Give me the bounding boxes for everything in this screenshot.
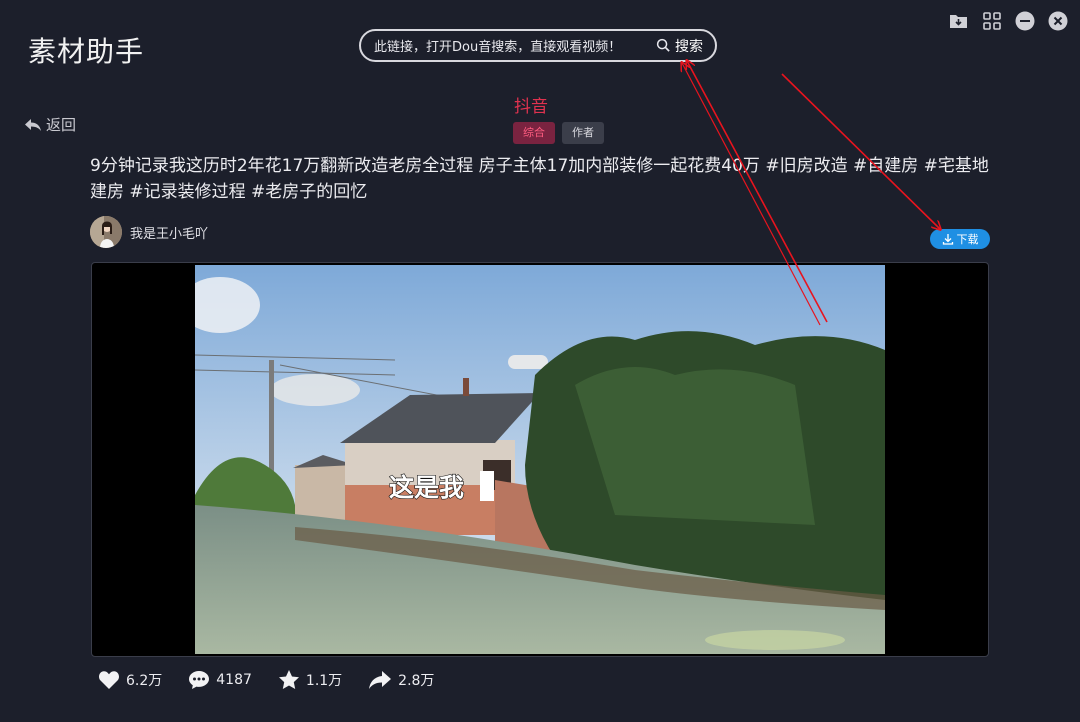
video-description: 9分钟记录我这历时2年花17万翻新改造老房全过程 房子主体17加内部装修一起花费… — [90, 156, 989, 202]
download-label: 下载 — [956, 233, 979, 246]
favorite-stat[interactable]: 1.1万 — [278, 669, 342, 690]
download-button[interactable]: 下载 — [930, 229, 990, 249]
platform-title: 抖音 — [514, 97, 548, 117]
share-stat[interactable]: 2.8万 — [368, 670, 434, 690]
favorite-count: 1.1万 — [305, 672, 343, 689]
back-arrow-icon — [25, 118, 41, 131]
video-subtitle: 这是我 — [389, 473, 464, 502]
video-stats: 6.2万 4187 1.1万 2.8万 — [98, 669, 460, 690]
tab-author[interactable]: 作者 — [562, 122, 604, 144]
download-folder-icon[interactable] — [948, 10, 969, 31]
video-player[interactable]: 这是我 — [91, 262, 989, 657]
comment-icon — [189, 670, 210, 689]
video-frame: 这是我 — [195, 265, 885, 654]
like-stat[interactable]: 6.2万 — [98, 670, 162, 690]
comment-stat[interactable]: 4187 — [188, 670, 252, 690]
comment-count: 4187 — [216, 671, 252, 688]
search-button[interactable]: 搜索 — [656, 36, 715, 56]
share-icon — [369, 670, 392, 689]
close-icon[interactable] — [1047, 10, 1068, 31]
search-icon — [656, 38, 670, 52]
tab-comprehensive[interactable]: 综合 — [513, 122, 555, 144]
search-tabs: 综合 作者 — [513, 122, 604, 144]
back-label: 返回 — [46, 116, 77, 134]
author-name[interactable]: 我是王小毛吖 — [130, 223, 208, 242]
grid-icon[interactable] — [981, 10, 1002, 31]
search-button-label: 搜索 — [675, 38, 703, 55]
avatar[interactable] — [90, 216, 122, 248]
like-count: 6.2万 — [126, 672, 163, 689]
window-controls — [948, 10, 1068, 31]
download-icon — [942, 234, 953, 245]
share-count: 2.8万 — [398, 672, 435, 689]
app-title: 素材助手 — [28, 35, 145, 68]
search-bar[interactable]: 此链接，打开Dou音搜索，直接观看视频！ 搜索 — [359, 29, 717, 62]
author-info[interactable]: 我是王小毛吖 — [90, 216, 208, 248]
search-input[interactable]: 此链接，打开Dou音搜索，直接观看视频！ — [361, 36, 656, 55]
star-icon — [278, 670, 299, 689]
heart-icon — [99, 670, 119, 689]
minimize-icon[interactable] — [1014, 10, 1035, 31]
back-button[interactable]: 返回 — [24, 114, 76, 135]
